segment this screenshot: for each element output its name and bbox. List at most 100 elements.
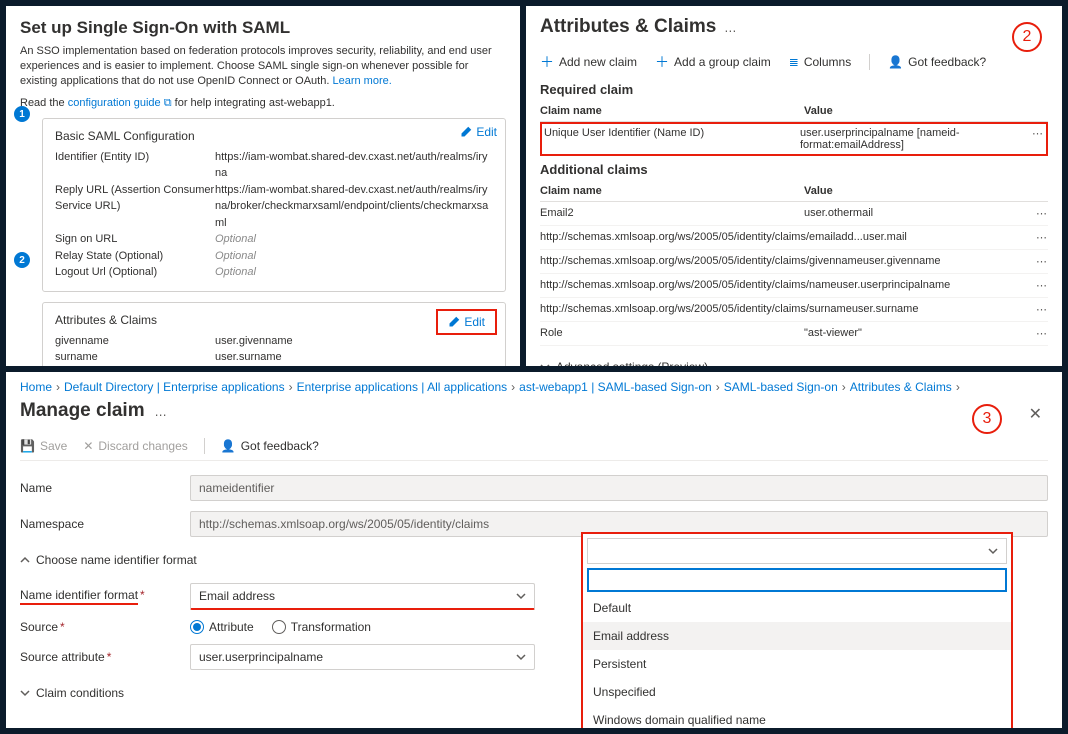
- row-more-icon[interactable]: ⋯: [1029, 303, 1048, 316]
- breadcrumb-link[interactable]: ast-webapp1 | SAML-based Sign-on: [519, 380, 712, 394]
- add-claim-button[interactable]: ＋Add new claim: [540, 52, 637, 72]
- edit-basic-saml-button[interactable]: Edit: [460, 125, 497, 139]
- source-transformation-radio[interactable]: Transformation: [272, 620, 371, 634]
- dropdown-option[interactable]: Unspecified: [583, 678, 1011, 706]
- kv-key: surname: [55, 349, 215, 366]
- additional-table-head: Claim name Value: [540, 181, 1048, 202]
- annotation-2: 2: [1012, 22, 1042, 52]
- dropdown-search-input[interactable]: [587, 568, 1007, 592]
- plus-icon: ＋: [540, 52, 554, 72]
- row-more-icon[interactable]: ⋯: [1024, 327, 1048, 340]
- required-claim-header: Required claim: [540, 82, 1048, 97]
- kv-val: Optional: [215, 248, 493, 265]
- table-row[interactable]: http://schemas.xmlsoap.org/ws/2005/05/id…: [540, 274, 1048, 298]
- save-icon: 💾: [20, 439, 35, 453]
- step-1-badge: 1: [14, 106, 30, 122]
- table-row[interactable]: Role"ast-viewer"⋯: [540, 322, 1048, 346]
- dropdown-option[interactable]: Persistent: [583, 650, 1011, 678]
- breadcrumb-link[interactable]: Attributes & Claims: [850, 380, 952, 394]
- discard-button[interactable]: ✕Discard changes: [83, 439, 187, 453]
- claim-name: http://schemas.xmlsoap.org/ws/2005/05/id…: [540, 303, 852, 316]
- tb-label: Add a group claim: [674, 55, 771, 69]
- kv-key: Reply URL (Assertion Consumer Service UR…: [55, 182, 215, 232]
- claim-value: user.surname: [852, 303, 1029, 316]
- claim-name: http://schemas.xmlsoap.org/ws/2005/05/id…: [540, 231, 863, 244]
- kv-key: Identifier (Entity ID): [55, 149, 215, 182]
- feedback-button[interactable]: 👤Got feedback?: [221, 439, 319, 453]
- required-claim-row[interactable]: Unique User Identifier (Name ID) user.us…: [540, 122, 1048, 156]
- config-guide-line: Read the configuration guide ⧉ for help …: [20, 97, 506, 110]
- panel1-desc: An SSO implementation based on federatio…: [20, 44, 506, 89]
- dropdown-option[interactable]: Default: [583, 594, 1011, 622]
- claim-conditions-label: Claim conditions: [36, 686, 124, 700]
- feedback-icon: 👤: [888, 55, 903, 69]
- row-more-icon[interactable]: ⋯: [1020, 127, 1044, 151]
- radio-icon: [272, 620, 286, 634]
- name-label: Name: [20, 481, 190, 495]
- more-icon[interactable]: ⋯: [155, 408, 168, 422]
- row-more-icon[interactable]: ⋯: [1030, 255, 1048, 268]
- kv-val: Optional: [215, 264, 493, 281]
- advanced-label: Advanced settings (Preview): [556, 360, 708, 366]
- kv-key: Sign on URL: [55, 231, 215, 248]
- claim-name: http://schemas.xmlsoap.org/ws/2005/05/id…: [540, 255, 863, 268]
- close-icon[interactable]: ✕: [1029, 404, 1042, 424]
- claim-value: user.userprincipalname: [837, 279, 1028, 292]
- radio-label: Attribute: [209, 620, 254, 634]
- add-group-claim-button[interactable]: ＋ Add a group claim: [655, 52, 771, 72]
- table-row[interactable]: http://schemas.xmlsoap.org/ws/2005/05/id…: [540, 226, 1048, 250]
- edit-attributes-button[interactable]: Edit: [436, 309, 497, 335]
- nif-select[interactable]: Email address: [190, 583, 535, 610]
- tb-label: Columns: [804, 55, 851, 69]
- row-more-icon[interactable]: ⋯: [1024, 207, 1048, 220]
- source-attribute-radio[interactable]: Attribute: [190, 620, 254, 634]
- name-input[interactable]: [190, 475, 1048, 501]
- table-row[interactable]: http://schemas.xmlsoap.org/ws/2005/05/id…: [540, 298, 1048, 322]
- kv-val: https://iam-wombat.shared-dev.cxast.net/…: [215, 149, 493, 182]
- dropdown-option[interactable]: Email address: [583, 622, 1011, 650]
- dropdown-closed-box[interactable]: [587, 538, 1007, 564]
- col-value: Value: [804, 105, 1024, 117]
- col-claim-name: Claim name: [540, 105, 804, 117]
- close-icon: ✕: [83, 439, 93, 453]
- desc-text: An SSO implementation based on federatio…: [20, 45, 492, 87]
- breadcrumb-sep: ›: [956, 380, 960, 394]
- kv-val: user.givenname: [215, 333, 493, 350]
- read-prefix: Read the: [20, 97, 68, 109]
- feedback-button[interactable]: 👤Got feedback?: [888, 55, 986, 69]
- config-guide-link[interactable]: configuration guide: [68, 97, 161, 109]
- breadcrumb-link[interactable]: Enterprise applications | All applicatio…: [297, 380, 508, 394]
- nif-value: Email address: [199, 589, 275, 603]
- advanced-settings-expander[interactable]: Advanced settings (Preview): [540, 354, 1048, 366]
- breadcrumb-link[interactable]: Default Directory | Enterprise applicati…: [64, 380, 285, 394]
- breadcrumb-sep: ›: [511, 380, 515, 394]
- label: Save: [40, 439, 67, 453]
- row-more-icon[interactable]: ⋯: [1030, 231, 1048, 244]
- panel1-title: Set up Single Sign-On with SAML: [20, 18, 506, 38]
- card1-title: Basic SAML Configuration: [55, 129, 493, 143]
- radio-label: Transformation: [291, 620, 371, 634]
- columns-button[interactable]: ≣Columns: [789, 55, 851, 69]
- table-row[interactable]: http://schemas.xmlsoap.org/ws/2005/05/id…: [540, 250, 1048, 274]
- chevron-down-icon: [516, 652, 526, 662]
- dropdown-option[interactable]: Windows domain qualified name: [583, 706, 1011, 728]
- table-row[interactable]: Email2user.othermail⋯: [540, 202, 1048, 226]
- basic-saml-card: Basic SAML Configuration Edit Identifier…: [42, 118, 506, 292]
- breadcrumb-link[interactable]: Home: [20, 380, 52, 394]
- pencil-icon: [448, 316, 460, 328]
- saml-setup-panel: Set up Single Sign-On with SAML An SSO i…: [6, 6, 520, 366]
- src-attr-select[interactable]: user.userprincipalname: [190, 644, 535, 670]
- save-button[interactable]: 💾 Save: [20, 439, 67, 453]
- separator: [869, 54, 870, 70]
- breadcrumb-link[interactable]: SAML-based Sign-on: [724, 380, 838, 394]
- attributes-claims-card: Attributes & Claims Edit givennameuser.g…: [42, 302, 506, 366]
- claim-value: user.givenname: [863, 255, 1030, 268]
- breadcrumb-sep: ›: [56, 380, 60, 394]
- learn-more-link[interactable]: Learn more.: [332, 75, 391, 87]
- more-icon[interactable]: ⋯: [724, 24, 737, 38]
- row-more-icon[interactable]: ⋯: [1027, 279, 1048, 292]
- edit-label: Edit: [476, 125, 497, 139]
- kv-key: Logout Url (Optional): [55, 264, 215, 281]
- kv-key: givenname: [55, 333, 215, 350]
- plus-icon: ＋: [655, 52, 669, 72]
